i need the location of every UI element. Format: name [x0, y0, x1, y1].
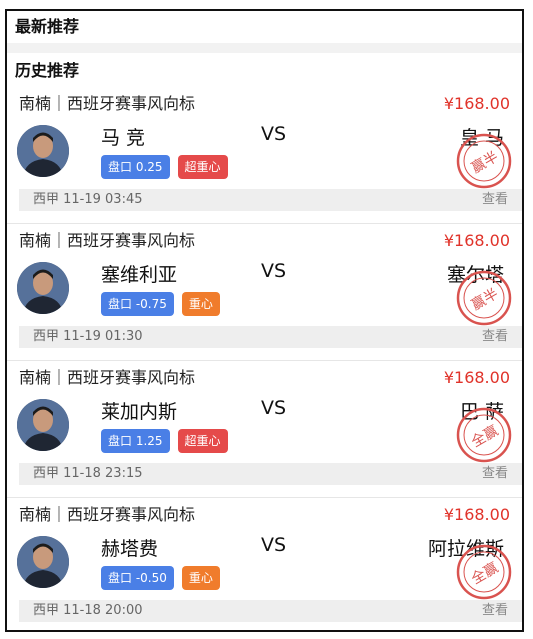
avatar: [17, 399, 69, 451]
confidence-tag: 超重心: [177, 429, 228, 453]
card-footer: 西甲 11-19 01:30 查看: [19, 326, 522, 348]
card-price: ¥168.00: [443, 231, 510, 250]
list-item[interactable]: 南楠｜西班牙赛事风向标 ¥168.00 赫塔费 VS 阿拉维斯 盘口 -0.50…: [7, 497, 522, 630]
list-item[interactable]: 南楠｜西班牙赛事风向标 ¥168.00 莱加内斯 VS 巴 萨 盘口 1.25 …: [7, 360, 522, 497]
card-source: 南楠｜西班牙赛事风向标: [19, 94, 196, 113]
svg-text:全赢: 全赢: [468, 422, 501, 451]
view-button[interactable]: 查看: [482, 326, 508, 348]
list-item[interactable]: 南楠｜西班牙赛事风向标 ¥168.00 马 竞 VS 皇 马 盘口 0.25 超…: [7, 87, 522, 223]
match-meta: 西甲 11-18 23:15: [33, 466, 143, 481]
result-stamp-icon: 赢半: [456, 133, 512, 189]
confidence-tag: 重心: [181, 292, 220, 316]
tag-group: 盘口 1.25 超重心: [101, 429, 228, 453]
history-list: 南楠｜西班牙赛事风向标 ¥168.00 马 竞 VS 皇 马 盘口 0.25 超…: [7, 87, 522, 630]
handicap-tag: 盘口 0.25: [101, 155, 170, 179]
avatar: [17, 262, 69, 314]
view-button[interactable]: 查看: [482, 600, 508, 622]
card-footer: 西甲 11-18 23:15 查看: [19, 463, 522, 485]
view-button[interactable]: 查看: [482, 189, 508, 211]
match-meta: 西甲 11-19 01:30: [33, 329, 143, 344]
home-team: 塞维利亚: [101, 264, 178, 286]
vs-label: VS: [261, 123, 287, 145]
list-item[interactable]: 南楠｜西班牙赛事风向标 ¥168.00 塞维利亚 VS 塞尔塔 盘口 -0.75…: [7, 223, 522, 360]
card-source: 南楠｜西班牙赛事风向标: [19, 231, 196, 250]
vs-label: VS: [261, 260, 287, 282]
handicap-tag: 盘口 -0.75: [101, 292, 174, 316]
avatar: [17, 536, 69, 588]
handicap-tag: 盘口 -0.50: [101, 566, 174, 590]
vs-label: VS: [261, 397, 287, 419]
avatar: [17, 125, 69, 177]
svg-text:赢半: 赢半: [468, 285, 501, 314]
handicap-tag: 盘口 1.25: [101, 429, 170, 453]
match-meta: 西甲 11-19 03:45: [33, 192, 143, 207]
view-button[interactable]: 查看: [482, 463, 508, 485]
vs-label: VS: [261, 534, 287, 556]
tag-group: 盘口 0.25 超重心: [101, 155, 228, 179]
home-team: 赫塔费: [101, 538, 159, 560]
confidence-tag: 重心: [181, 566, 220, 590]
card-source: 南楠｜西班牙赛事风向标: [19, 368, 196, 387]
card-source: 南楠｜西班牙赛事风向标: [19, 505, 196, 524]
svg-text:全赢: 全赢: [468, 559, 501, 588]
confidence-tag: 超重心: [177, 155, 228, 179]
result-stamp-icon: 全赢: [456, 407, 512, 463]
card-header: 南楠｜西班牙赛事风向标 ¥168.00: [19, 361, 510, 393]
tag-group: 盘口 -0.75 重心: [101, 292, 220, 316]
recommendation-panel: 最新推荐 历史推荐 南楠｜西班牙赛事风向标 ¥168.00 马 竞 VS 皇 马…: [5, 9, 524, 632]
result-stamp-icon: 赢半: [456, 270, 512, 326]
card-price: ¥168.00: [443, 505, 510, 524]
latest-section-title: 最新推荐: [15, 17, 80, 36]
card-footer: 西甲 11-18 20:00 查看: [19, 600, 522, 622]
section-divider: [7, 43, 522, 53]
card-price: ¥168.00: [443, 368, 510, 387]
card-footer: 西甲 11-19 03:45 查看: [19, 189, 522, 211]
home-team: 莱加内斯: [101, 401, 178, 423]
match-meta: 西甲 11-18 20:00: [33, 603, 143, 618]
card-header: 南楠｜西班牙赛事风向标 ¥168.00: [19, 498, 510, 530]
tag-group: 盘口 -0.50 重心: [101, 566, 220, 590]
history-section-title: 历史推荐: [15, 61, 80, 80]
card-header: 南楠｜西班牙赛事风向标 ¥168.00: [19, 87, 510, 119]
result-stamp-icon: 全赢: [456, 544, 512, 600]
home-team: 马 竞: [101, 127, 146, 149]
card-header: 南楠｜西班牙赛事风向标 ¥168.00: [19, 224, 510, 256]
svg-text:赢半: 赢半: [468, 148, 501, 177]
card-price: ¥168.00: [443, 94, 510, 113]
